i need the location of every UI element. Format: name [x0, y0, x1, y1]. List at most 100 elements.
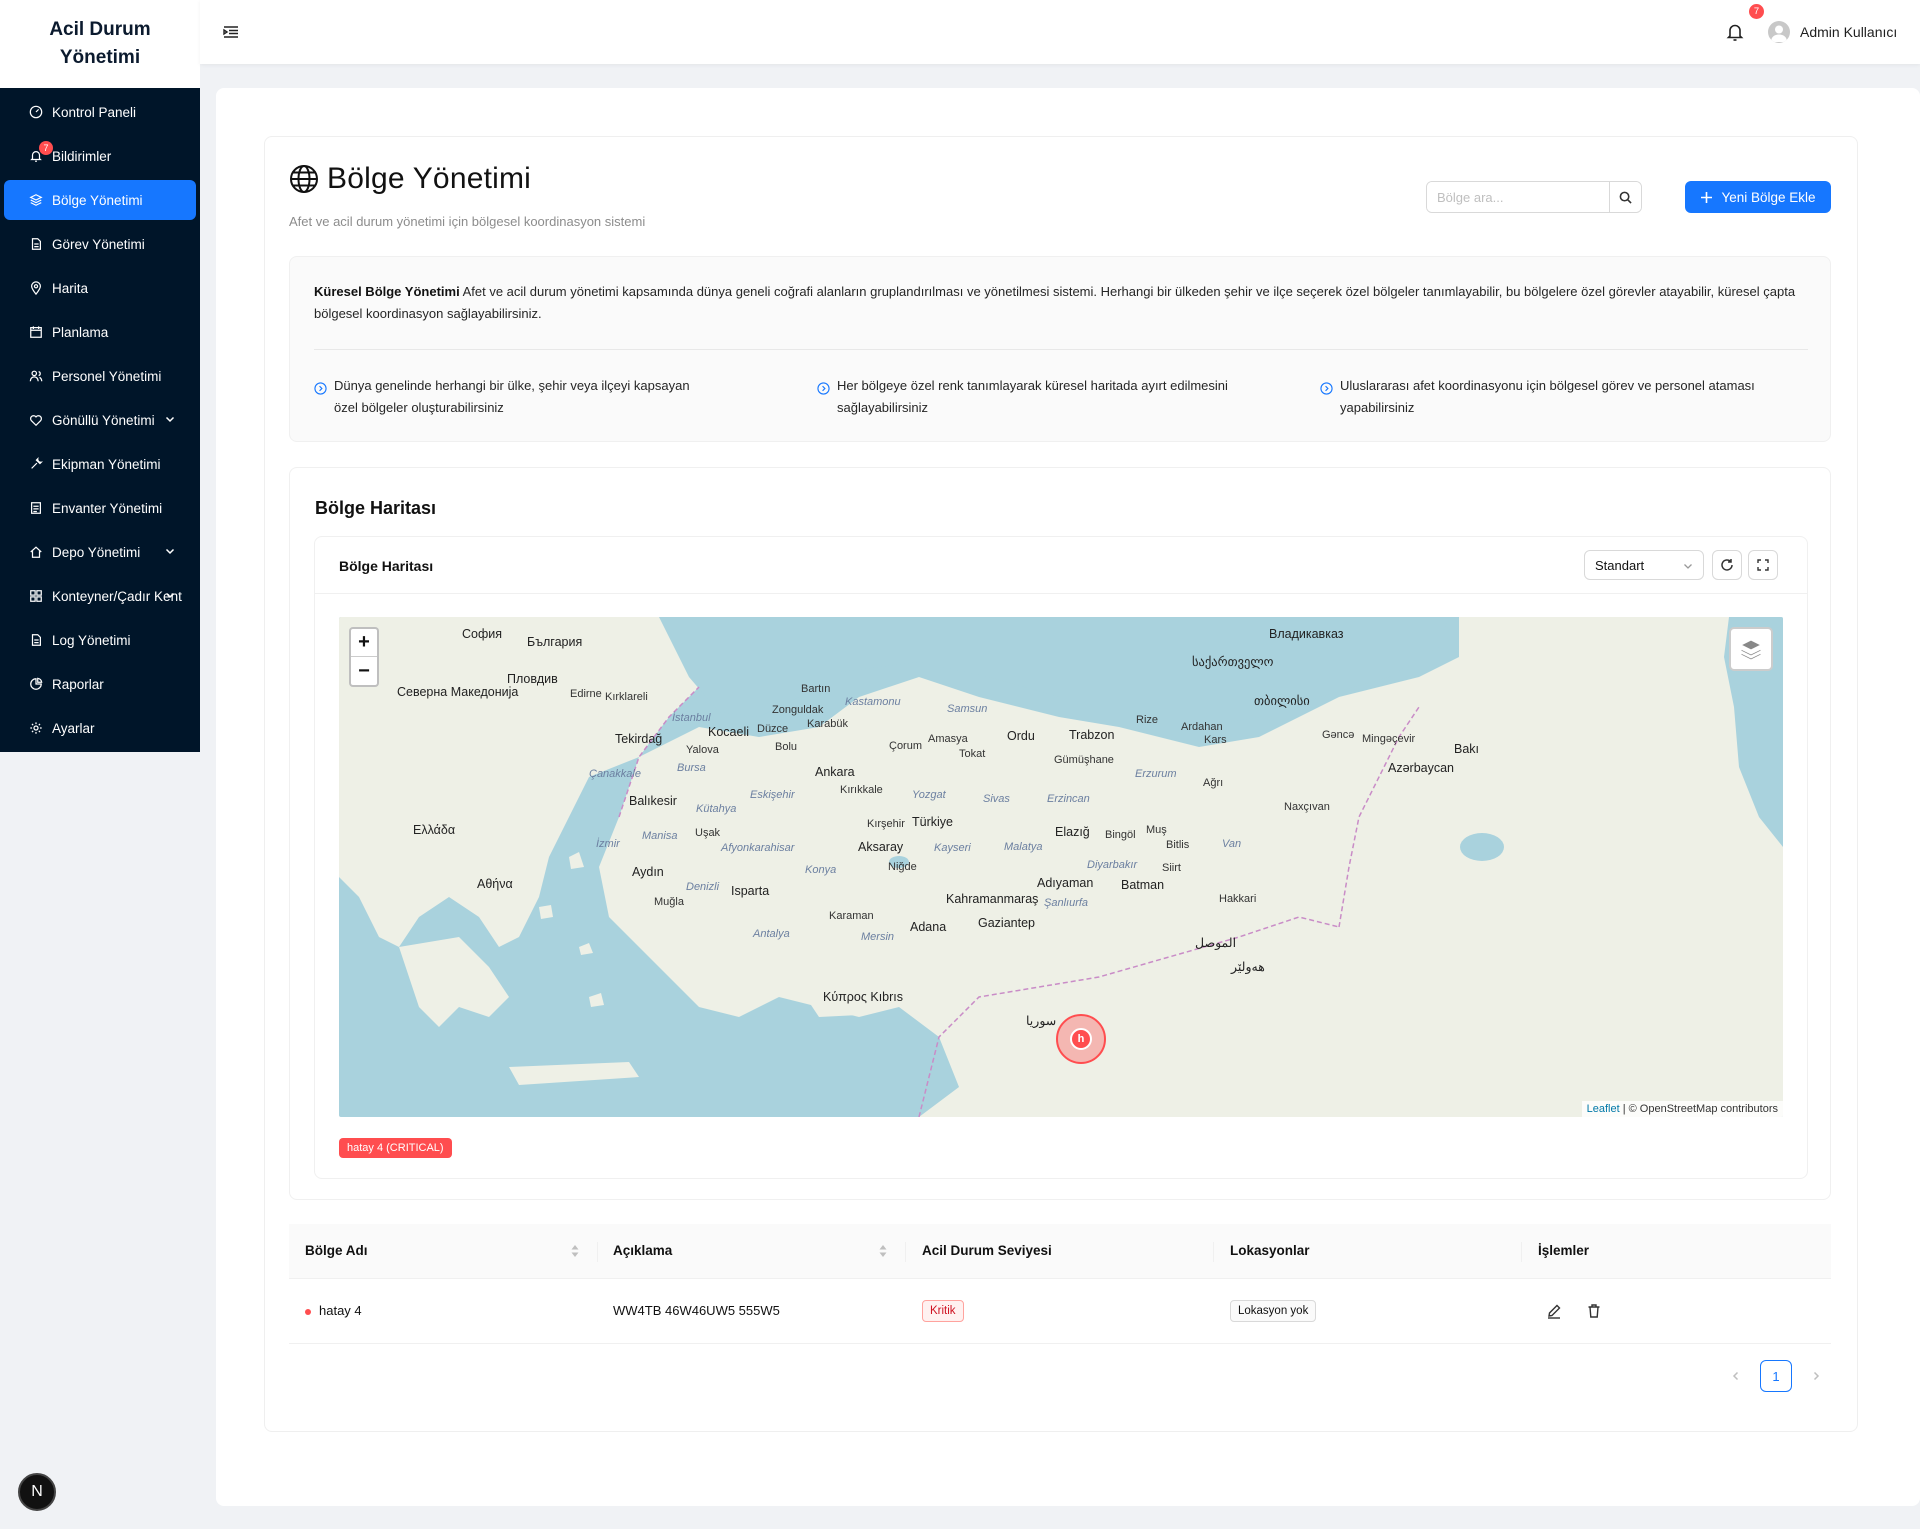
fullscreen-icon	[1757, 559, 1769, 571]
map-style-select[interactable]: Standart	[1584, 550, 1704, 580]
add-region-button[interactable]: Yeni Bölge Ekle	[1685, 181, 1831, 213]
reload-icon	[1721, 559, 1733, 571]
sidebar: Kontrol Paneli 7 Bildirimler Bölge Yönet…	[0, 88, 200, 752]
map-label: Erzincan	[1047, 793, 1090, 805]
map-label: Batman	[1121, 878, 1165, 892]
map-label: Владикавказ	[1269, 627, 1344, 641]
search-button[interactable]	[1609, 182, 1641, 212]
sidebar-item-label: Raporlar	[52, 676, 104, 692]
map-label: Mingəçevir	[1362, 733, 1416, 745]
leaflet-map[interactable]: София Пловдив България Северна Македониј…	[339, 617, 1783, 1117]
next-page-button[interactable]	[1800, 1360, 1832, 1392]
column-separator	[1213, 1242, 1214, 1262]
sidebar-item-gorev-yonetimi[interactable]: Görev Yönetimi	[4, 224, 196, 264]
map-label: Αθήνα	[477, 877, 513, 891]
page-number[interactable]: 1	[1760, 1360, 1792, 1392]
sidebar-item-envanter-yonetimi[interactable]: Envanter Yönetimi	[4, 488, 196, 528]
menu-fold-icon[interactable]	[223, 24, 239, 40]
map-label: Muş	[1146, 824, 1167, 836]
bell-icon[interactable]	[1726, 22, 1744, 42]
map-label: الموصل	[1195, 936, 1237, 950]
pagination: 1	[1720, 1360, 1832, 1392]
map-label: سوريا	[1026, 1014, 1057, 1028]
map-label: Düzce	[757, 723, 789, 735]
prev-page-button[interactable]	[1720, 1360, 1752, 1392]
map-label: Bakı	[1454, 742, 1480, 756]
column-separator	[597, 1242, 598, 1262]
sidebar-item-gonullu-yonetimi[interactable]: Gönüllü Yönetimi	[4, 400, 196, 440]
region-name: hatay 4	[319, 1303, 362, 1318]
sidebar-item-raporlar[interactable]: Raporlar	[4, 664, 196, 704]
refresh-button[interactable]	[1712, 550, 1742, 580]
map-label: Κύπρος Kıbrıs	[823, 990, 904, 1004]
map-label: Hakkari	[1219, 893, 1257, 905]
sidebar-item-konteyner-cadir-kent[interactable]: Konteyner/Çadır Kent	[4, 576, 196, 616]
table-header: Bölge Adı Açıklama Acil Durum Seviyesi L…	[289, 1224, 1831, 1279]
map-label: Gaziantep	[978, 916, 1035, 930]
sidebar-item-bildirimler[interactable]: 7 Bildirimler	[4, 136, 196, 176]
sidebar-item-label: Log Yönetimi	[52, 632, 131, 648]
map-label: Şanlıurfa	[1044, 897, 1089, 909]
page-header: Bölge Yönetimi	[289, 162, 531, 196]
chevron-down-icon	[165, 548, 175, 555]
globe-icon	[290, 165, 318, 193]
locations-tag: Lokasyon yok	[1230, 1300, 1317, 1322]
sort-icon[interactable]	[878, 1243, 888, 1259]
top-header: 7 Admin Kullanıcı	[200, 0, 1920, 64]
chevron-down-icon	[165, 592, 175, 599]
sidebar-item-bolge-yonetimi[interactable]: Bölge Yönetimi	[4, 180, 196, 220]
column-header-actions: İşlemler	[1538, 1243, 1590, 1258]
sidebar-item-personel-yonetimi[interactable]: Personel Yönetimi	[4, 356, 196, 396]
sidebar-item-ayarlar[interactable]: Ayarlar	[4, 708, 196, 748]
user-name[interactable]: Admin Kullanıcı	[1800, 24, 1897, 40]
map-label: Tekirdağ	[615, 732, 663, 746]
avatar[interactable]	[1768, 21, 1790, 43]
sidebar-item-label: Harita	[52, 280, 89, 296]
sidebar-item-harita[interactable]: Harita	[4, 268, 196, 308]
map-label: Kırıkkale	[840, 784, 883, 796]
map-label: İzmir	[596, 838, 620, 850]
map-label: Aydın	[632, 865, 664, 879]
map-label: Trabzon	[1069, 728, 1115, 742]
sidebar-item-label: Ekipman Yönetimi	[52, 456, 161, 472]
column-header-name[interactable]: Bölge Adı	[305, 1243, 368, 1258]
search-input[interactable]	[1427, 182, 1609, 212]
map-label: Malatya	[1004, 841, 1043, 853]
delete-icon[interactable]	[1586, 1303, 1602, 1319]
map-label: Uşak	[695, 827, 721, 839]
inventory-icon	[29, 501, 43, 515]
layers-control[interactable]	[1729, 627, 1773, 671]
region-marker[interactable]: h	[1056, 1014, 1106, 1064]
zoom-in-button[interactable]: +	[351, 629, 377, 657]
map-label: Türkiye	[912, 815, 953, 829]
column-header-description[interactable]: Açıklama	[613, 1243, 672, 1258]
leaflet-link[interactable]: Leaflet	[1587, 1103, 1620, 1115]
sort-icon[interactable]	[570, 1243, 580, 1259]
zoom-out-button[interactable]: −	[351, 657, 377, 685]
map-label: Gəncə	[1322, 729, 1355, 741]
sidebar-item-kontrol-paneli[interactable]: Kontrol Paneli	[4, 92, 196, 132]
sidebar-item-depo-yonetimi[interactable]: Depo Yönetimi	[4, 532, 196, 572]
fullscreen-button[interactable]	[1748, 550, 1778, 580]
sidebar-item-planlama[interactable]: Planlama	[4, 312, 196, 352]
map-label: Çorum	[889, 740, 923, 752]
column-header-level: Acil Durum Seviyesi	[922, 1243, 1052, 1258]
map-label: Konya	[805, 864, 837, 876]
sidebar-item-label: Bölge Yönetimi	[52, 192, 143, 208]
right-circle-icon	[314, 382, 327, 395]
sidebar-item-label: Ayarlar	[52, 720, 95, 736]
framework-logo[interactable]: N	[18, 1473, 56, 1511]
notification-badge: 7	[39, 141, 53, 155]
edit-icon[interactable]	[1546, 1303, 1562, 1319]
map-label: Ankara	[815, 765, 855, 779]
sidebar-item-log-yonetimi[interactable]: Log Yönetimi	[4, 620, 196, 660]
layers-icon	[29, 193, 43, 207]
region-legend-tag[interactable]: hatay 4 (CRITICAL)	[339, 1138, 452, 1158]
sidebar-item-ekipman-yonetimi[interactable]: Ekipman Yönetimi	[4, 444, 196, 484]
team-icon	[29, 369, 43, 383]
map-label: Naxçıvan	[1284, 801, 1330, 813]
pie-chart-icon	[29, 677, 43, 691]
map-label: Ağrı	[1203, 777, 1224, 789]
sidebar-item-label: Konteyner/Çadır Kent	[52, 588, 182, 604]
notification-count-badge: 7	[1749, 4, 1764, 19]
